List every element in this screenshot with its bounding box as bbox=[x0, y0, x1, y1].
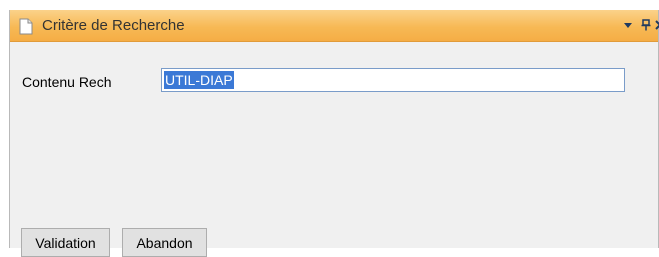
content-search-value: UTIL-DIAP bbox=[164, 71, 234, 89]
abandon-button[interactable]: Abandon bbox=[122, 228, 207, 257]
window-title: Critère de Recherche bbox=[42, 17, 185, 34]
content-search-label: Contenu Rech bbox=[22, 74, 112, 90]
dropdown-icon[interactable] bbox=[620, 16, 636, 34]
close-icon[interactable] bbox=[652, 16, 659, 34]
document-icon bbox=[19, 18, 33, 35]
title-bar: Critère de Recherche bbox=[10, 10, 659, 42]
search-criteria-panel: Critère de Recherche Contenu Rech UTIL-D… bbox=[9, 10, 659, 257]
validation-button[interactable]: Validation bbox=[21, 228, 110, 257]
content-search-input[interactable]: UTIL-DIAP bbox=[161, 68, 625, 92]
